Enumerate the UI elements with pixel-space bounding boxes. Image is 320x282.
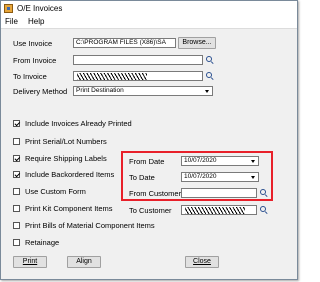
- option-label: Print Bills of Material Component Items: [25, 221, 155, 230]
- option-checkbox[interactable]: [13, 120, 20, 127]
- option-checkbox[interactable]: [13, 222, 20, 229]
- option-label: Retainage: [25, 238, 60, 247]
- from-date-select[interactable]: 10/07/2020: [181, 156, 259, 166]
- close-button-label: Close: [193, 258, 211, 265]
- menu-bar: File Help: [1, 16, 297, 29]
- use-invoice-field[interactable]: C:\PROGRAM FILES (X86)\SA: [73, 38, 176, 48]
- from-customer-label: From Customer: [129, 189, 182, 198]
- menu-help[interactable]: Help: [28, 17, 44, 26]
- close-button[interactable]: Close: [185, 256, 219, 268]
- align-button[interactable]: Align: [67, 256, 101, 268]
- print-button-label: Print: [22, 258, 38, 265]
- delivery-method-select[interactable]: Print Destination: [73, 86, 213, 96]
- option-checkbox[interactable]: [13, 155, 20, 162]
- delivery-method-value: Print Destination: [76, 87, 124, 94]
- to-date-label: To Date: [129, 173, 155, 182]
- use-invoice-label: Use Invoice: [13, 39, 53, 48]
- from-invoice-field[interactable]: [73, 55, 203, 65]
- to-customer-label: To Customer: [129, 206, 172, 215]
- print-button[interactable]: Print: [13, 256, 47, 268]
- search-icon[interactable]: [206, 72, 214, 80]
- option-label: Include Invoices Already Printed: [25, 119, 132, 128]
- option-checkbox[interactable]: [13, 239, 20, 246]
- dropdown-arrow-icon: [251, 176, 255, 179]
- dropdown-arrow-icon: [205, 90, 209, 93]
- from-customer-field[interactable]: [181, 188, 257, 198]
- browse-button[interactable]: Browse...: [178, 37, 216, 49]
- from-invoice-label: From Invoice: [13, 56, 57, 65]
- to-date-value: 10/07/2020: [184, 173, 217, 180]
- option-checkbox[interactable]: [13, 188, 20, 195]
- search-icon[interactable]: [260, 206, 268, 214]
- option-checkbox[interactable]: [13, 205, 20, 212]
- option-label: Print Serial/Lot Numbers: [25, 137, 107, 146]
- option-checkbox[interactable]: [13, 138, 20, 145]
- to-customer-field[interactable]: [181, 205, 257, 215]
- option-label: Include Backordered Items: [25, 170, 115, 179]
- to-date-select[interactable]: 10/07/2020: [181, 172, 259, 182]
- option-label: Require Shipping Labels: [25, 154, 107, 163]
- option-checkbox[interactable]: [13, 171, 20, 178]
- option-label: Use Custom Form: [25, 187, 86, 196]
- menu-file[interactable]: File: [5, 17, 18, 26]
- to-invoice-label: To Invoice: [13, 72, 47, 81]
- dropdown-arrow-icon: [251, 160, 255, 163]
- align-button-label: Align: [76, 258, 92, 265]
- to-invoice-field[interactable]: [73, 71, 203, 81]
- app-icon: [4, 4, 13, 13]
- from-date-value: 10/07/2020: [184, 157, 217, 164]
- delivery-method-label: Delivery Method: [13, 87, 68, 96]
- from-date-label: From Date: [129, 157, 165, 166]
- option-label: Print Kit Component Items: [25, 204, 113, 213]
- window-title: O/E Invoices: [17, 4, 63, 13]
- search-icon[interactable]: [260, 189, 268, 197]
- invoices-window: O/E Invoices File Help Use Invoice C:\PR…: [0, 0, 298, 280]
- search-icon[interactable]: [206, 56, 214, 64]
- title-bar[interactable]: O/E Invoices: [1, 1, 297, 17]
